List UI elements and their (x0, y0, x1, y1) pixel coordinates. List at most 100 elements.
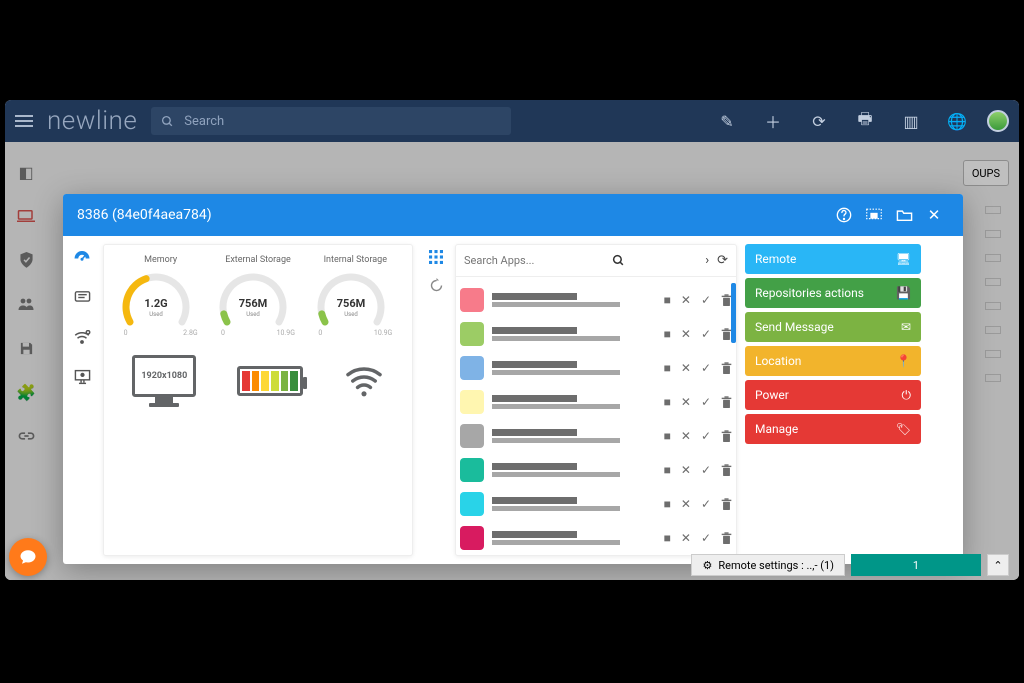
trash-icon[interactable] (721, 430, 732, 443)
gauge: Memory 1.2G Used 02.8G (112, 255, 209, 337)
wifi-icon (344, 365, 384, 397)
stop-icon[interactable]: ■ (664, 327, 671, 341)
gauge: External Storage 756M Used 010.9G (209, 255, 306, 337)
trash-icon[interactable] (721, 464, 732, 477)
battery-cell (271, 371, 279, 391)
app-label (492, 497, 656, 511)
brand-logo: newline (47, 106, 137, 136)
apps-panel: › ⟳ ■ ✕ ✓ ■ ✕ ✓ ■ ✕ ✓ ■ ✕ ✓ ■ ✕ ✓ (421, 244, 737, 556)
top-bar: newline Search ✎ ＋ ⟳ 🖶 ▥ 🌐 (5, 100, 1019, 142)
action-icon: 🖥 (896, 252, 911, 266)
tab-display[interactable] (71, 366, 93, 388)
gear-icon: ⚙ (702, 559, 712, 572)
tab-dashboard[interactable] (71, 246, 93, 268)
chat-bubble[interactable] (9, 538, 47, 576)
chevron-right-icon[interactable]: › (705, 253, 709, 268)
app-icon (460, 424, 484, 448)
stop-icon[interactable]: ■ (664, 531, 671, 545)
plug-icon[interactable]: ✎ (711, 105, 743, 137)
action-label: Send Message (755, 320, 834, 334)
footer-status[interactable]: ⚙ Remote settings : ..,- (1) (691, 554, 845, 576)
close-icon[interactable]: ✕ (681, 293, 691, 307)
folder-icon[interactable] (889, 200, 919, 230)
footer-expand[interactable]: ⌃ (987, 554, 1009, 576)
trash-icon[interactable] (721, 396, 732, 409)
close-icon[interactable]: ✕ (681, 327, 691, 341)
trash-icon[interactable] (721, 362, 732, 375)
scrollbar[interactable] (731, 283, 736, 343)
select-icon[interactable] (859, 200, 889, 230)
dashboard-card: Memory 1.2G Used 02.8GExternal Storage 7… (103, 244, 413, 556)
trash-icon[interactable] (721, 498, 732, 511)
app-icon (460, 288, 484, 312)
resolution-display: 1920x1080 (132, 355, 196, 407)
apps-list: ■ ✕ ✓ ■ ✕ ✓ ■ ✕ ✓ ■ ✕ ✓ ■ ✕ ✓ ■ ✕ ✓ ■ ✕ (456, 277, 736, 555)
close-icon[interactable]: ✕ (681, 429, 691, 443)
check-icon[interactable]: ✓ (701, 429, 711, 443)
check-icon[interactable]: ✓ (701, 395, 711, 409)
stop-icon[interactable]: ■ (664, 497, 671, 511)
close-icon[interactable]: ✕ (681, 361, 691, 375)
action-manage[interactable]: Manage🏷 (745, 414, 921, 444)
apps-grid-icon[interactable] (429, 250, 443, 264)
close-icon[interactable]: ✕ (681, 463, 691, 477)
apps-sync-icon[interactable] (429, 278, 444, 293)
menu-icon[interactable] (15, 115, 33, 127)
print-icon[interactable]: 🖶 (849, 105, 881, 137)
app-label (492, 463, 656, 477)
stop-icon[interactable]: ■ (664, 395, 671, 409)
modal-title: 8386 (84e0f4aea784) (77, 207, 212, 223)
action-location[interactable]: Location📍 (745, 346, 921, 376)
battery-cell (242, 371, 250, 391)
app-icon (460, 356, 484, 380)
check-icon[interactable]: ✓ (701, 293, 711, 307)
svg-text:1.2G: 1.2G (144, 297, 167, 310)
app-row: ■ ✕ ✓ (460, 283, 732, 317)
trash-icon[interactable] (721, 532, 732, 545)
gauge: Internal Storage 756M Used 010.9G (307, 255, 404, 337)
close-icon[interactable]: ✕ (681, 531, 691, 545)
globe-icon[interactable]: 🌐 (941, 105, 973, 137)
battery-cell (252, 371, 260, 391)
stop-icon[interactable]: ■ (664, 463, 671, 477)
svg-text:Used: Used (344, 311, 358, 318)
action-remote[interactable]: Remote🖥 (745, 244, 921, 274)
check-icon[interactable]: ✓ (701, 497, 711, 511)
plus-icon[interactable]: ＋ (757, 105, 789, 137)
stop-icon[interactable]: ■ (664, 361, 671, 375)
help-icon[interactable] (829, 200, 859, 230)
stop-icon[interactable]: ■ (664, 429, 671, 443)
tab-wifi[interactable] (71, 326, 93, 348)
refresh-icon[interactable]: ⟳ (803, 105, 835, 137)
check-icon[interactable]: ✓ (701, 361, 711, 375)
close-icon[interactable]: ✕ (681, 395, 691, 409)
tab-messages[interactable] (71, 286, 93, 308)
check-icon[interactable]: ✓ (701, 531, 711, 545)
action-icon: ⏻ (902, 388, 912, 403)
stop-icon[interactable]: ■ (664, 293, 671, 307)
action-label: Manage (755, 422, 798, 436)
apps-search-input[interactable] (464, 254, 604, 267)
close-icon[interactable]: ✕ (919, 200, 949, 230)
action-power[interactable]: Power ⏻ (745, 380, 921, 410)
app-row: ■ ✕ ✓ (460, 351, 732, 385)
avatar[interactable] (987, 110, 1009, 132)
app-row: ■ ✕ ✓ (460, 385, 732, 419)
modal-header: 8386 (84e0f4aea784) ✕ (63, 194, 963, 236)
global-search[interactable]: Search (151, 107, 511, 135)
battery-cell (261, 371, 269, 391)
close-icon[interactable]: ✕ (681, 497, 691, 511)
action-icon: 💾 (896, 286, 911, 300)
columns-icon[interactable]: ▥ (895, 105, 927, 137)
action-label: Power (755, 388, 789, 402)
action-send-message[interactable]: Send Message✉ (745, 312, 921, 342)
check-icon[interactable]: ✓ (701, 327, 711, 341)
refresh-icon[interactable]: ⟳ (717, 253, 728, 268)
action-repositories-actions[interactable]: Repositories actions💾 (745, 278, 921, 308)
svg-text:Used: Used (247, 311, 261, 318)
svg-text:756M: 756M (239, 297, 268, 310)
svg-text:756M: 756M (336, 297, 365, 310)
app-label (492, 531, 656, 545)
check-icon[interactable]: ✓ (701, 463, 711, 477)
search-icon[interactable] (612, 254, 625, 267)
